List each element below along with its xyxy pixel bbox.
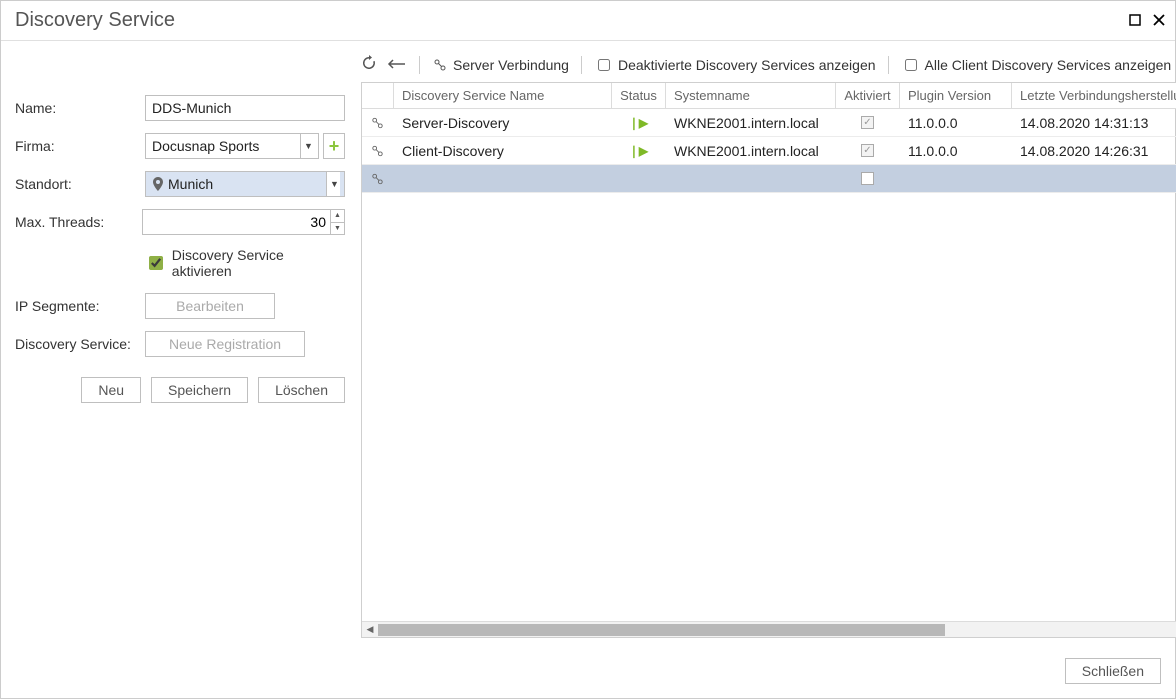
server-connection-label: Server Verbindung (453, 57, 569, 73)
grid-header-name[interactable]: Discovery Service Name (394, 83, 612, 108)
show-deactivated-label: Deaktivierte Discovery Services anzeigen (618, 57, 876, 73)
chevron-down-icon: ▼ (326, 172, 340, 196)
activate-label: Discovery Service aktivieren (172, 247, 345, 279)
grid-header-lastconn[interactable]: Letzte Verbindungsherstellung (1012, 83, 1176, 108)
name-input[interactable] (145, 95, 345, 121)
cell-new-entry (394, 165, 612, 192)
running-icon: ❘▶ (629, 116, 648, 130)
threads-input[interactable] (143, 210, 330, 234)
active-checkbox[interactable] (861, 144, 874, 157)
refresh-button[interactable] (361, 55, 377, 74)
refresh-icon (361, 55, 377, 71)
cell-name: Server-Discovery (394, 109, 612, 136)
row-icon (362, 109, 394, 136)
company-value: Docusnap Sports (152, 138, 259, 154)
separator (888, 56, 889, 74)
company-dropdown[interactable]: Docusnap Sports ▼ (145, 133, 319, 159)
row-icon (362, 165, 394, 192)
cell-plugin: 11.0.0.0 (900, 137, 1012, 164)
name-label: Name: (15, 100, 145, 116)
cell-active (836, 137, 900, 164)
save-button[interactable]: Speichern (151, 377, 248, 403)
new-registration-button[interactable]: Neue Registration (145, 331, 305, 357)
ipseg-label: IP Segmente: (15, 298, 145, 314)
separator (581, 56, 582, 74)
cell-status: ❘▶ (612, 137, 666, 164)
threads-label: Max. Threads: (15, 214, 142, 230)
grid: Discovery Service Name Status Systemname… (361, 82, 1176, 638)
separator (419, 56, 420, 74)
company-label: Firma: (15, 138, 145, 154)
table-row[interactable]: Client-Discovery ❘▶ WKNE2001.intern.local 1… (362, 137, 1176, 165)
chevron-down-icon: ▼ (300, 134, 314, 158)
grid-panel: Server Verbindung Deaktivierte Discovery… (361, 55, 1176, 638)
table-row[interactable]: Server-Discovery ❘▶ WKNE2001.intern.local 1… (362, 109, 1176, 137)
table-row-new[interactable] (362, 165, 1176, 193)
grid-header: Discovery Service Name Status Systemname… (362, 83, 1176, 109)
back-button[interactable] (387, 57, 407, 73)
show-allclient-label: Alle Client Discovery Services anzeigen (925, 57, 1172, 73)
delete-button[interactable]: Löschen (258, 377, 345, 403)
cell-active (836, 109, 900, 136)
grid-header-status[interactable]: Status (612, 83, 666, 108)
cell-plugin: 11.0.0.0 (900, 109, 1012, 136)
row-icon (362, 137, 394, 164)
spin-up-icon[interactable]: ▲ (331, 210, 344, 223)
new-button[interactable]: Neu (81, 377, 141, 403)
cell-system: WKNE2001.intern.local (666, 137, 836, 164)
toolbar: Server Verbindung Deaktivierte Discovery… (361, 55, 1176, 82)
close-button-footer[interactable]: Schließen (1065, 658, 1161, 684)
plus-icon: + (329, 137, 340, 155)
window-title: Discovery Service (15, 9, 175, 32)
scroll-left-icon[interactable]: ◀ (362, 622, 378, 638)
window-controls (1129, 13, 1165, 29)
cell-lastconn: 14.08.2020 14:26:31 (1012, 137, 1176, 164)
close-button[interactable] (1153, 13, 1165, 29)
back-arrow-icon (387, 58, 407, 70)
threads-spinner[interactable]: ▲ ▼ (142, 209, 345, 235)
grid-header-system[interactable]: Systemname (666, 83, 836, 108)
cell-lastconn: 14.08.2020 14:31:13 (1012, 109, 1176, 136)
show-deactivated-checkbox[interactable] (598, 59, 610, 71)
connection-icon (432, 57, 448, 73)
running-icon: ❘▶ (629, 144, 648, 158)
cell-name: Client-Discovery (394, 137, 612, 164)
grid-header-icon[interactable] (362, 83, 394, 108)
show-allclient-checkbox[interactable] (905, 59, 917, 71)
active-checkbox[interactable] (861, 172, 874, 185)
close-icon (1153, 14, 1165, 26)
grid-body: Server-Discovery ❘▶ WKNE2001.intern.local 1… (362, 109, 1176, 193)
pin-icon (152, 177, 164, 191)
active-checkbox[interactable] (861, 116, 874, 129)
server-connection-button[interactable]: Server Verbindung (432, 57, 569, 73)
grid-header-plugin[interactable]: Plugin Version (900, 83, 1012, 108)
cell-system: WKNE2001.intern.local (666, 109, 836, 136)
scroll-thumb[interactable] (378, 624, 945, 636)
maximize-button[interactable] (1129, 13, 1141, 29)
add-company-button[interactable]: + (323, 133, 345, 159)
location-value: Munich (168, 176, 213, 192)
grid-header-active[interactable]: Aktiviert (836, 83, 900, 108)
cell-active (836, 165, 900, 192)
cell-status: ❘▶ (612, 109, 666, 136)
activate-checkbox[interactable] (149, 256, 163, 270)
ipseg-edit-button[interactable]: Bearbeiten (145, 293, 275, 319)
form-panel: Name: Firma: Docusnap Sports ▼ + Standor… (15, 55, 345, 638)
location-label: Standort: (15, 176, 145, 192)
titlebar: Discovery Service (1, 1, 1175, 41)
maximize-icon (1129, 14, 1141, 26)
ds-label: Discovery Service: (15, 336, 145, 352)
spin-down-icon[interactable]: ▼ (331, 223, 344, 235)
location-dropdown[interactable]: Munich ▼ (145, 171, 345, 197)
horizontal-scrollbar[interactable]: ◀ ▶ (362, 621, 1176, 637)
